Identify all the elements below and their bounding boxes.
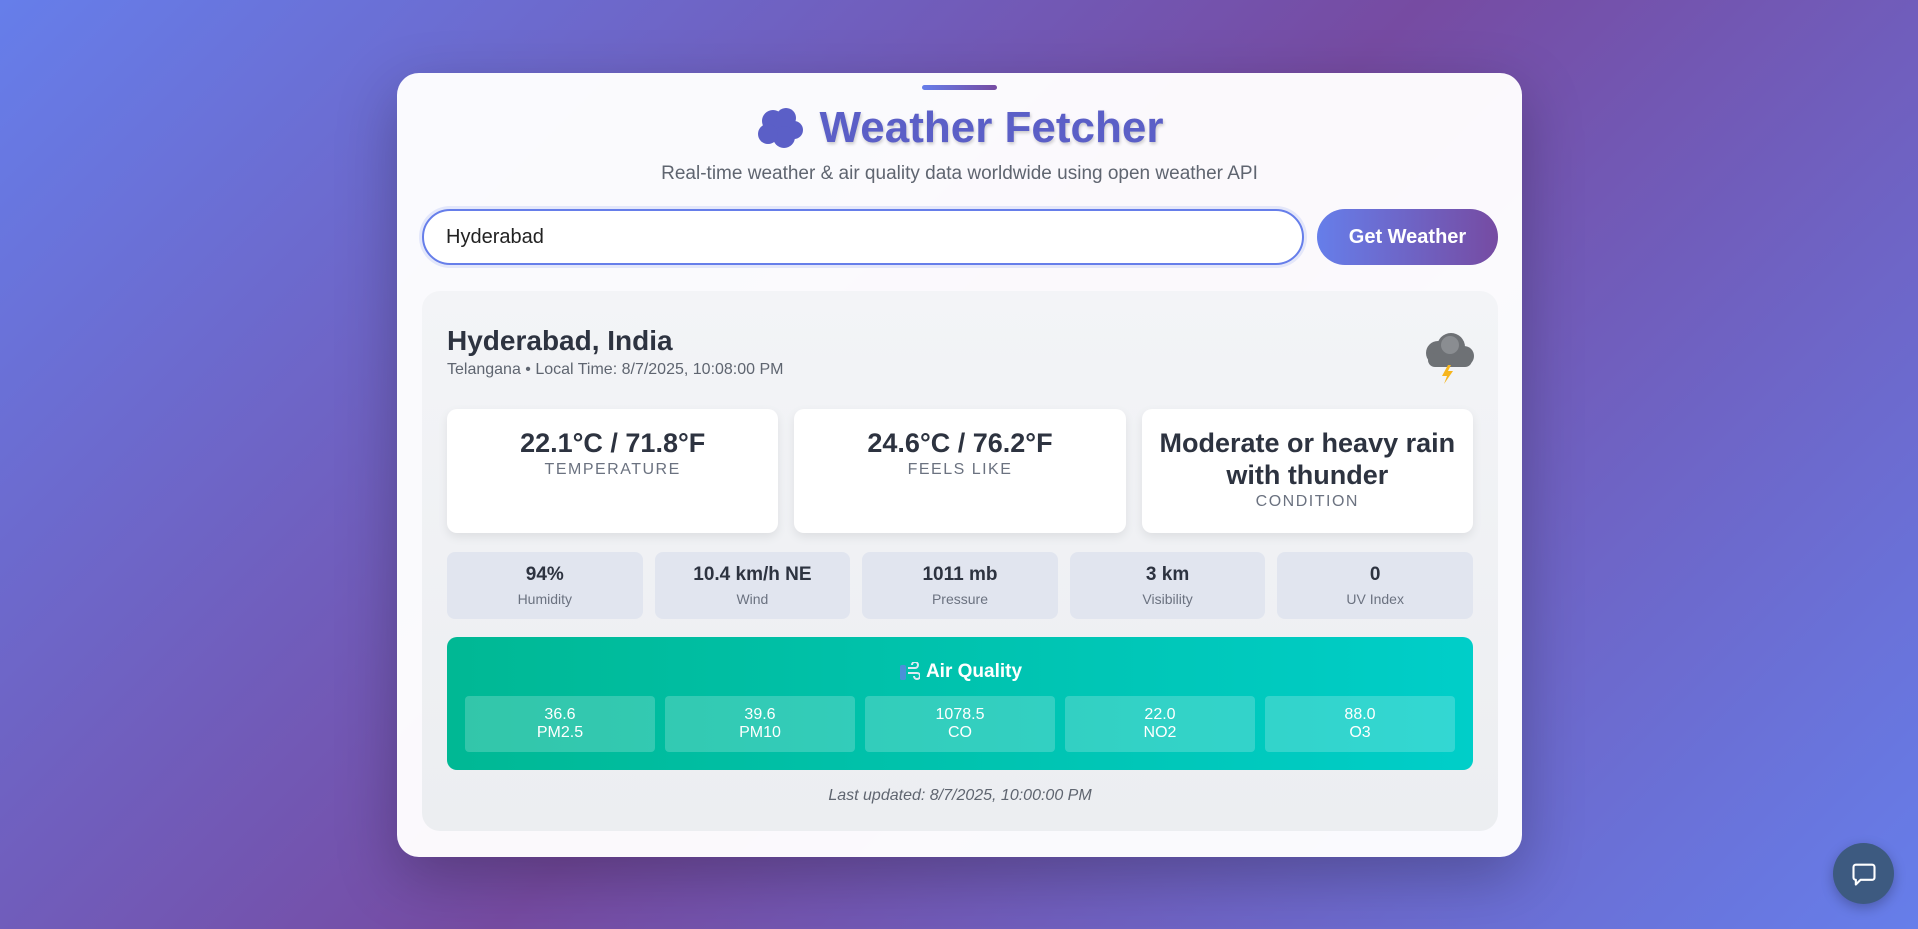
get-weather-button[interactable]: Get Weather	[1317, 209, 1498, 265]
pressure-value: 1011 mb	[922, 564, 998, 585]
air-quality-title: Air Quality	[925, 661, 1023, 682]
city-search-input[interactable]	[422, 209, 1304, 265]
pm10-label: PM10	[739, 724, 781, 741]
uv-index-stat: 0 UV Index	[1277, 552, 1473, 619]
pm25-label: PM2.5	[536, 724, 584, 741]
air-quality-header: Air Quality	[447, 661, 1473, 683]
condition-value: Moderate or heavy rain with thunder	[1159, 428, 1456, 490]
card-top-accent	[922, 85, 997, 90]
app-header: Weather Fetcher	[397, 103, 1522, 153]
co-label: CO	[948, 724, 972, 741]
feels-like-card: 24.6°C / 76.2°F FEELS LIKE	[794, 409, 1126, 533]
no2-label: NO2	[1143, 724, 1177, 741]
location-meta: Telangana • Local Time: 8/7/2025, 10:08:…	[447, 361, 784, 378]
wind-icon	[899, 662, 920, 680]
weather-result-panel: Hyderabad, India Telangana • Local Time:…	[422, 291, 1498, 831]
uv-index-value: 0	[1369, 564, 1381, 585]
no2-value: 22.0	[1144, 706, 1176, 723]
location-name: Hyderabad, India	[447, 325, 673, 356]
visibility-value: 3 km	[1145, 564, 1190, 585]
detail-stats: 94% Humidity 10.4 km/h NE Wind 1011 mb P…	[447, 552, 1473, 619]
feels-like-label: FEELS LIKE	[907, 461, 1013, 478]
o3-label: O3	[1349, 724, 1371, 741]
feels-like-value: 24.6°C / 76.2°F	[867, 428, 1053, 458]
condition-card: Moderate or heavy rain with thunder COND…	[1141, 409, 1473, 533]
main-metrics: 22.1°C / 71.8°F TEMPERATURE 24.6°C / 76.…	[447, 409, 1473, 533]
visibility-label: Visibility	[1142, 591, 1193, 607]
wind-stat: 10.4 km/h NE Wind	[654, 552, 851, 619]
temperature-card: 22.1°C / 71.8°F TEMPERATURE	[447, 409, 779, 533]
pressure-label: Pressure	[931, 591, 988, 607]
air-quality-panel: Air Quality 36.6 PM2.5 39.6 PM10 1078.5 …	[447, 637, 1473, 770]
pm25-value: 36.6	[544, 706, 576, 723]
thunder-cloud-icon	[1426, 333, 1474, 384]
uv-index-label: UV Index	[1346, 591, 1404, 607]
o3-value: 88.0	[1344, 706, 1376, 723]
air-quality-items: 36.6 PM2.5 39.6 PM10 1078.5 CO 22.0 NO2 …	[465, 696, 1455, 752]
app-subtitle: Real-time weather & air quality data wor…	[661, 163, 1258, 184]
no2-item: 22.0 NO2	[1065, 696, 1255, 752]
pm10-item: 39.6 PM10	[665, 696, 855, 752]
wind-label: Wind	[736, 591, 769, 607]
temperature-value: 22.1°C / 71.8°F	[520, 428, 706, 458]
o3-item: 88.0 O3	[1265, 696, 1455, 752]
cloud-icon	[757, 108, 803, 148]
chat-button[interactable]	[1833, 843, 1894, 904]
pm25-item: 36.6 PM2.5	[465, 696, 655, 752]
weather-card: Weather Fetcher Real-time weather & air …	[397, 73, 1522, 857]
humidity-label: Humidity	[517, 591, 573, 607]
app-title: Weather Fetcher	[819, 103, 1164, 152]
pressure-stat: 1011 mb Pressure	[862, 552, 1058, 619]
wind-value: 10.4 km/h NE	[693, 564, 812, 585]
co-value: 1078.5	[935, 706, 985, 723]
condition-label: CONDITION	[1255, 493, 1359, 510]
humidity-stat: 94% Humidity	[447, 552, 643, 619]
humidity-value: 94%	[525, 564, 564, 585]
pm10-value: 39.6	[744, 706, 776, 723]
last-updated-text: Last updated: 8/7/2025, 10:00:00 PM	[828, 787, 1092, 804]
temperature-label: TEMPERATURE	[544, 461, 681, 478]
visibility-stat: 3 km Visibility	[1069, 552, 1266, 619]
chat-icon	[1851, 863, 1876, 886]
co-item: 1078.5 CO	[865, 696, 1055, 752]
